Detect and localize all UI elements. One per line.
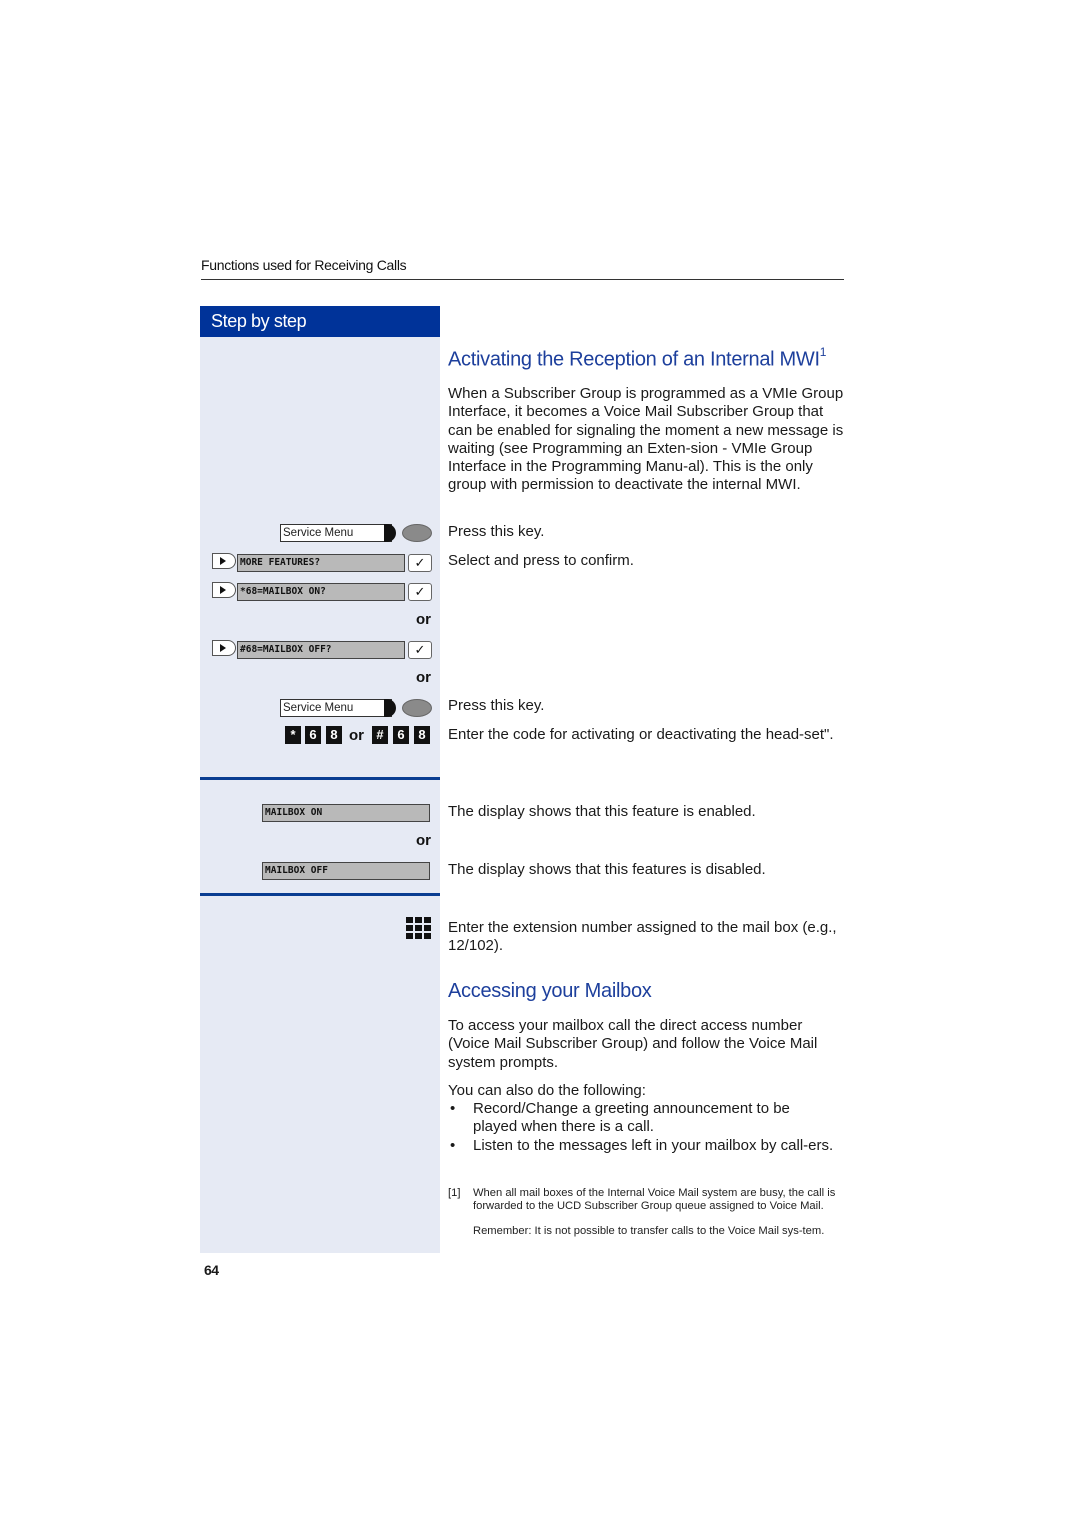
bullet-item: Listen to the messages left in your mail… [473,1137,834,1154]
key-6[interactable]: 6 [393,726,409,744]
section-title-mwi: Activating the Reception of an Internal … [448,345,827,372]
bullet-item: Record/Change a greeting announcement to… [473,1100,790,1136]
lcd-mailbox-off-prompt: #68=MAILBOX OFF? [237,641,405,659]
or-label: or [416,611,431,628]
section-title-text: Activating the Reception of an Internal … [448,348,820,371]
service-menu-button-icon[interactable] [402,699,432,717]
step-enter-extension: Enter the extension number assigned to t… [448,919,837,955]
sidebar-title: Step by step [200,306,440,337]
step-press-key: Press this key. [448,523,545,540]
key-hash[interactable]: # [372,726,388,744]
footnote-text: When all mail boxes of the Internal Voic… [473,1187,836,1212]
mailbox-also-label: You can also do the following: [448,1082,646,1099]
mailbox-intro-paragraph: To access your mailbox call the direct a… [448,1017,818,1071]
or-label: or [416,832,431,849]
key-star[interactable]: * [285,726,301,744]
section-title-mailbox: Accessing your Mailbox [448,980,652,1002]
key-8[interactable]: 8 [414,726,430,744]
service-menu-key-cap-icon [384,524,396,542]
step-select-confirm: Select and press to confirm. [448,552,634,569]
mwi-intro-paragraph: When a Subscriber Group is programmed as… [448,385,844,494]
running-header: Functions used for Receiving Calls [201,257,407,273]
header-divider [201,279,844,280]
lcd-more-features: MORE FEATURES? [237,554,405,572]
service-menu-label: Service Menu [280,524,392,542]
service-menu-key[interactable]: Service Menu [280,699,434,717]
service-menu-key-cap-icon [384,699,396,717]
confirm-check-icon[interactable]: ✓ [408,583,432,601]
step-enter-code: Enter the code for activating or deactiv… [448,726,834,743]
service-menu-button-icon[interactable] [402,524,432,542]
or-label: or [416,669,431,686]
key-8[interactable]: 8 [326,726,342,744]
step-display-disabled: The display shows that this features is … [448,861,766,878]
footnote-marker: [1] [448,1187,461,1199]
bullet-icon: • [450,1137,456,1154]
key-6[interactable]: 6 [305,726,321,744]
or-label: or [349,727,364,744]
confirm-check-icon[interactable]: ✓ [408,554,432,572]
section-divider [200,893,440,896]
footnote-ref[interactable]: 1 [820,345,827,359]
keypad-icon [406,917,432,941]
arrow-right-key-icon[interactable] [212,553,236,569]
footnote-remember: Remember: It is not possible to transfer… [473,1225,825,1237]
arrow-right-key-icon[interactable] [212,582,236,598]
bullet-icon: • [450,1100,456,1117]
service-menu-key[interactable]: Service Menu [280,524,434,542]
page-number: 64 [204,1262,219,1278]
section-divider [200,777,440,780]
step-display-enabled: The display shows that this feature is e… [448,803,756,820]
lcd-mailbox-on: MAILBOX ON [262,804,430,822]
step-press-key: Press this key. [448,697,545,714]
arrow-right-key-icon[interactable] [212,640,236,656]
lcd-mailbox-on-prompt: *68=MAILBOX ON? [237,583,405,601]
lcd-mailbox-off: MAILBOX OFF [262,862,430,880]
service-menu-label: Service Menu [280,699,392,717]
confirm-check-icon[interactable]: ✓ [408,641,432,659]
